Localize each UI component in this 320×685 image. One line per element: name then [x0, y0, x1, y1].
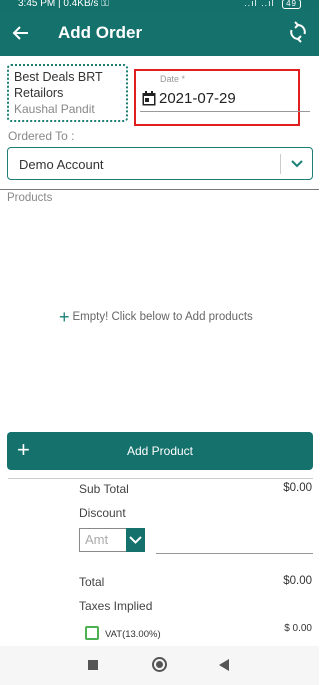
total-value: $0.00	[283, 575, 312, 587]
vat-checkbox[interactable]	[85, 626, 99, 640]
discount-input[interactable]: Amt	[79, 528, 126, 552]
date-value: 2021-07-29	[159, 90, 236, 107]
page-title: Add Order	[58, 23, 143, 42]
home-icon	[156, 661, 163, 668]
ordered-to-label: Ordered To :	[8, 129, 75, 143]
app-bar: Add Order	[0, 10, 319, 56]
date-row: 2021-07-29	[142, 90, 236, 107]
discount-label: Discount	[79, 506, 126, 520]
shop-owner: Kaushal Pandit	[14, 102, 95, 116]
chevron-down-icon[interactable]	[288, 157, 306, 171]
products-label: Products	[7, 192, 53, 204]
system-nav-bar	[0, 646, 319, 685]
calendar-icon	[142, 91, 156, 106]
status-indicators: ..ıl ..ıl 49	[244, 0, 301, 9]
taxes-label: Taxes Implied	[79, 599, 153, 613]
date-label: Date *	[160, 74, 186, 84]
account-selected-value: Demo Account	[19, 157, 104, 172]
sync-icon	[290, 21, 306, 43]
select-divider	[280, 154, 281, 174]
arrow-left-icon	[12, 26, 28, 40]
back-button[interactable]	[8, 20, 34, 46]
status-time: 3:45 PM | 0.4KB/s ⚿	[18, 0, 109, 9]
status-bar: 3:45 PM | 0.4KB/s ⚿ ..ıl ..ıl 49	[0, 0, 319, 10]
summary-divider	[8, 478, 313, 479]
chevron-down-icon	[129, 536, 142, 544]
vat-value: $ 0.00	[284, 623, 312, 634]
signal-icon: ..ıl ..ıl	[244, 0, 275, 8]
empty-text: Empty! Click below to Add products	[72, 311, 253, 323]
sync-button[interactable]	[287, 21, 309, 43]
vat-label: VAT(13.00%)	[105, 629, 161, 640]
sub-total-value: $0.00	[283, 482, 312, 494]
discount-type-dropdown[interactable]	[126, 528, 145, 552]
discount-underline	[156, 553, 313, 554]
battery-icon: 49	[282, 0, 301, 9]
add-product-label: Add Product	[126, 444, 194, 458]
shop-name: Best Deals BRT Retailors	[14, 70, 103, 100]
home-button[interactable]	[152, 657, 167, 672]
plus-icon: +	[59, 307, 70, 327]
sub-total-label: Sub Total	[79, 482, 129, 496]
recents-button[interactable]	[88, 660, 98, 670]
account-select[interactable]: Demo Account	[7, 147, 313, 180]
empty-products-message[interactable]: + Empty! Click below to Add products	[59, 307, 253, 327]
date-field[interactable]: Date * 2021-07-29	[134, 69, 310, 126]
divider	[0, 189, 319, 190]
date-underline	[140, 111, 310, 112]
total-label: Total	[79, 575, 105, 589]
add-product-button[interactable]: + Add Product	[7, 432, 313, 470]
shop-card[interactable]: Best Deals BRT Retailors Kaushal Pandit	[7, 64, 128, 122]
nav-back-button[interactable]	[219, 659, 229, 671]
